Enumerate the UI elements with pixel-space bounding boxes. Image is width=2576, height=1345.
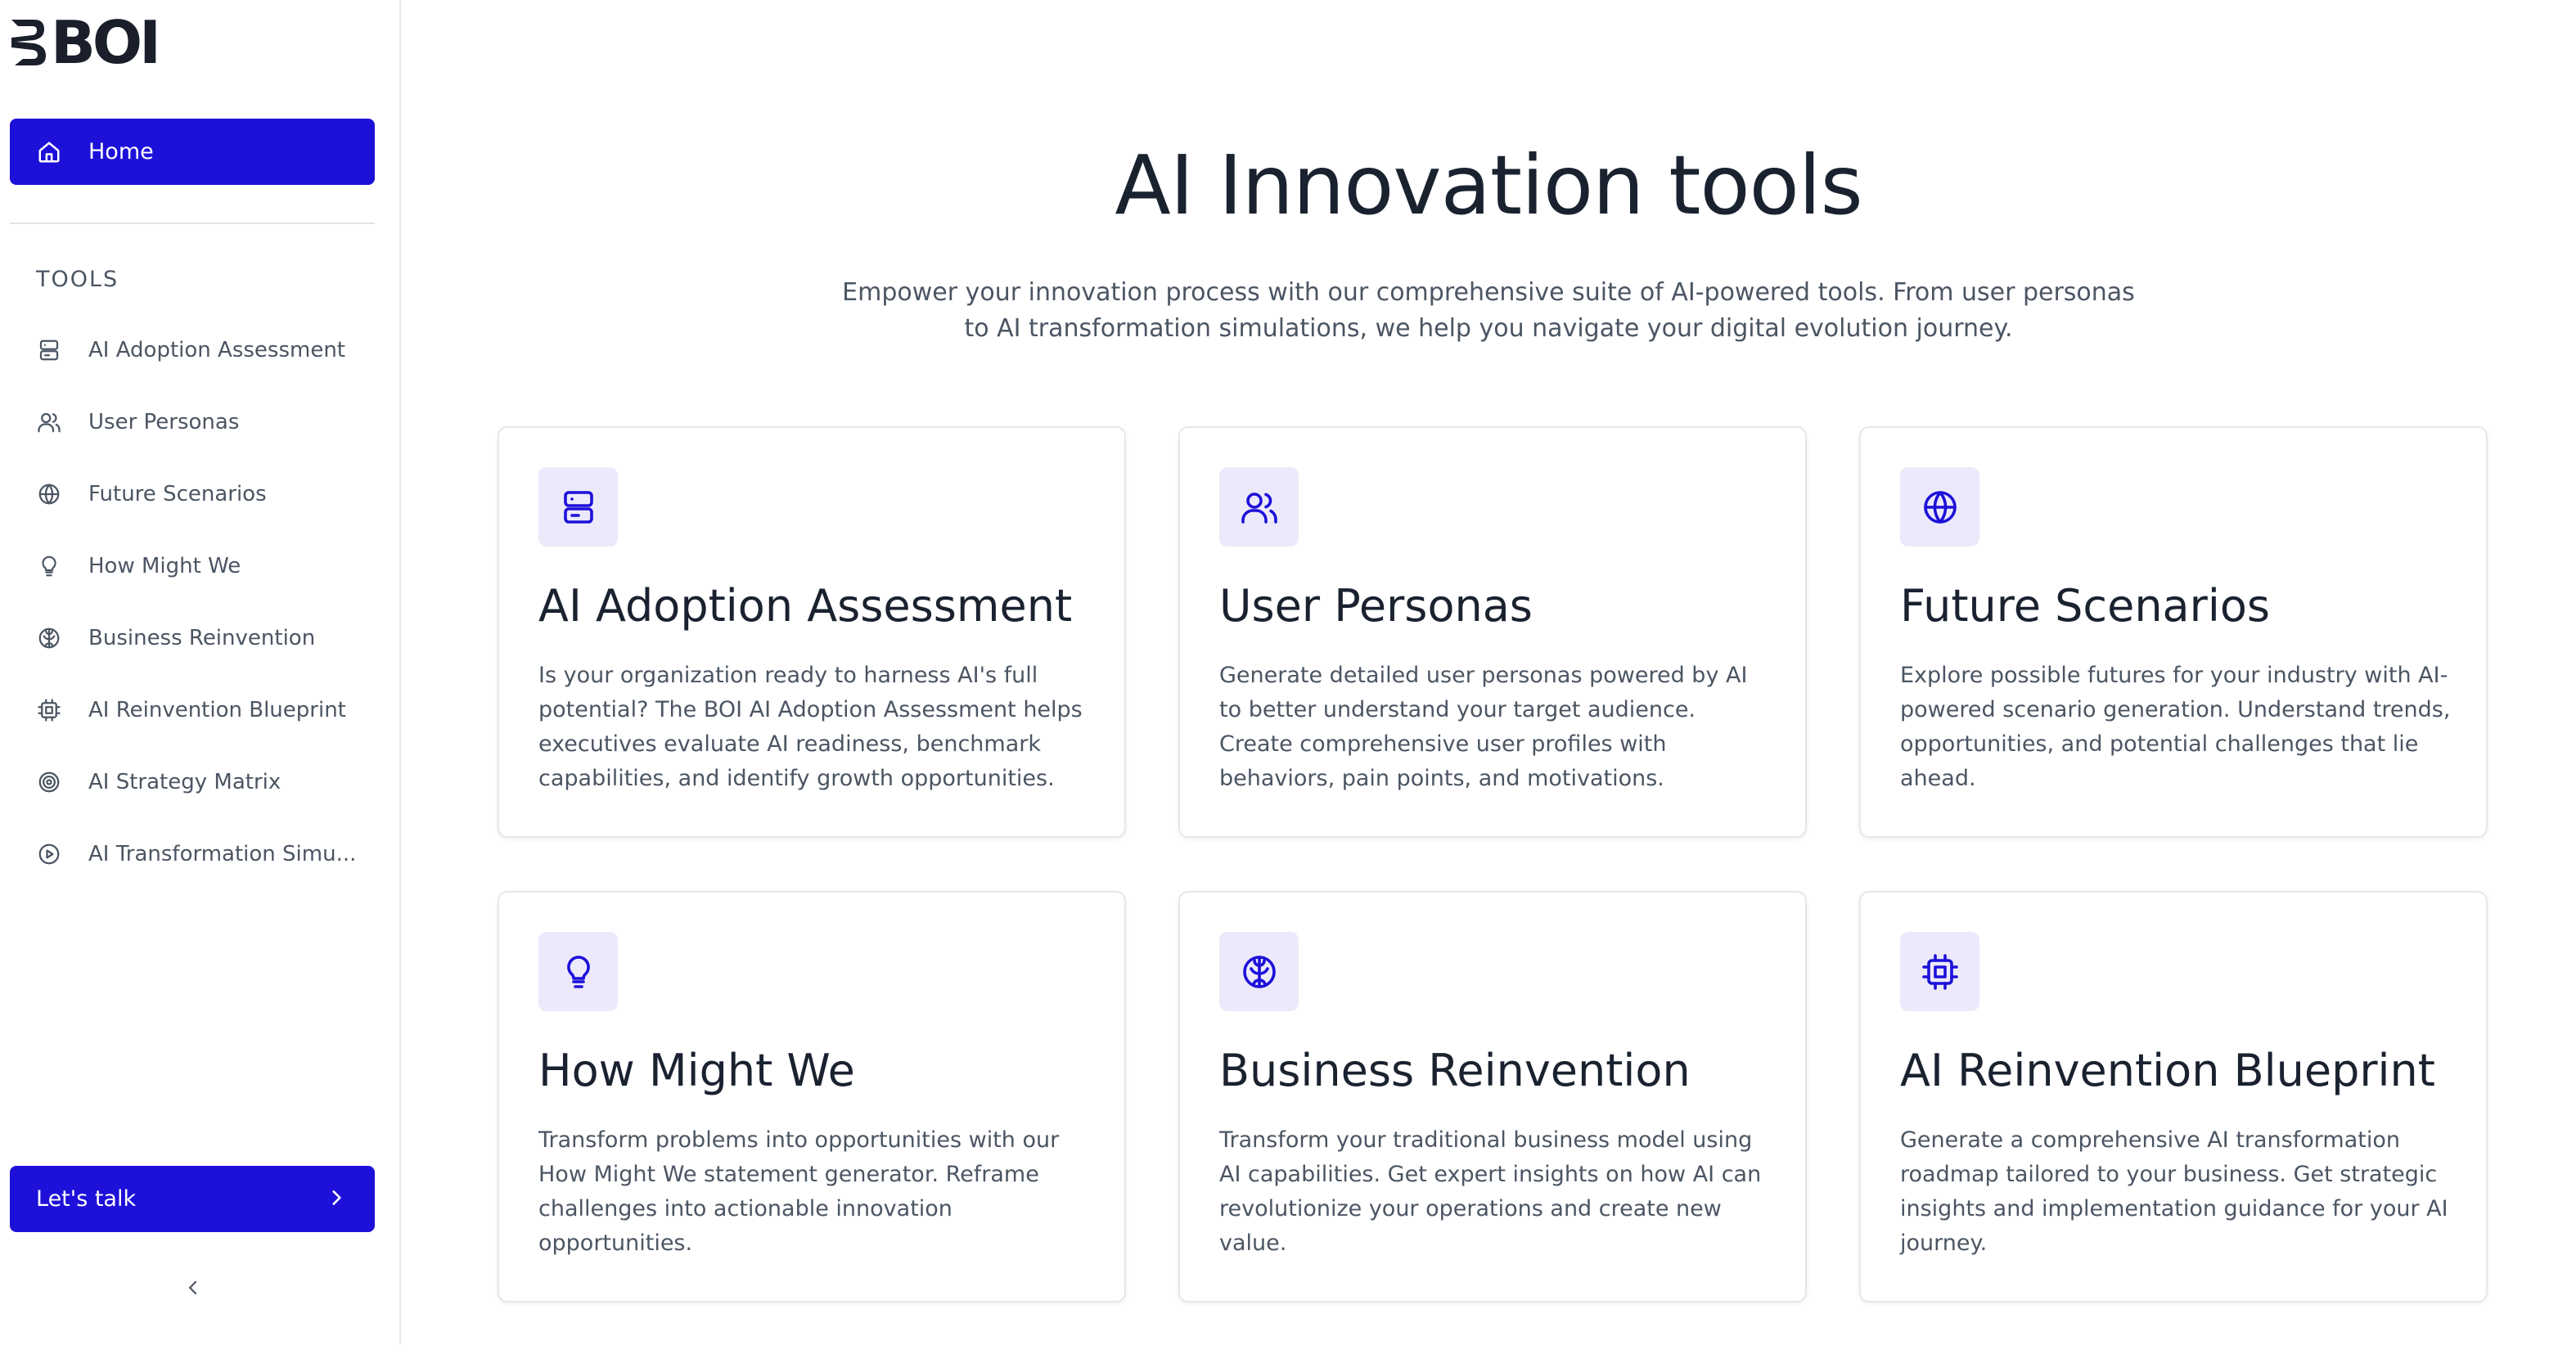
main-content: AI Innovation tools Empower your innovat… [401,0,2576,1345]
sidebar-item-label: How Might We [88,554,241,578]
card-description: Generate a comprehensive AI transformati… [1900,1127,2448,1256]
collapse-sidebar-button[interactable] [177,1273,209,1306]
sidebar-item-ai-strategy-matrix[interactable]: AI Strategy Matrix [10,746,375,818]
tool-card-ai-adoption-assessment[interactable]: AI Adoption Assessment Is your organizat… [498,426,1126,838]
sidebar-item-label: AI Adoption Assessment [88,338,345,362]
users-icon [1219,467,1299,547]
sidebar-item-label: AI Transformation Simu... [88,842,357,866]
boi-logo-mark-icon [11,20,46,65]
lets-talk-button[interactable]: Let's talk [10,1166,375,1232]
sidebar-item-ai-transformation-simulation[interactable]: AI Transformation Simu... [10,818,375,890]
sidebar-item-label: User Personas [88,410,240,434]
card-description: Is your organization ready to harness AI… [538,663,1083,791]
logo-text: BOI [51,8,161,77]
sidebar-item-future-scenarios[interactable]: Future Scenarios [10,458,375,530]
globe-icon [1900,467,1979,547]
card-title: User Personas [1219,580,1533,632]
lightbulb-icon [538,932,618,1011]
sidebar-item-ai-reinvention-blueprint[interactable]: AI Reinvention Blueprint [10,674,375,746]
sidebar-item-how-might-we[interactable]: How Might We [10,530,375,602]
sidebar-item-label: AI Strategy Matrix [88,770,281,794]
card-title: AI Reinvention Blueprint [1900,1045,2435,1096]
lightbulb-icon [36,553,62,579]
tool-card-ai-reinvention-blueprint[interactable]: AI Reinvention Blueprint Generate a comp… [1859,891,2488,1302]
card-title: Future Scenarios [1900,580,2271,632]
cpu-icon [1900,932,1979,1011]
tools-heading: TOOLS [36,267,119,292]
tool-card-business-reinvention[interactable]: Business Reinvention Transform your trad… [1178,891,1807,1302]
server-icon [538,467,618,547]
card-description: Explore possible futures for your indust… [1900,663,2451,791]
sidebar-divider [10,223,375,224]
card-title: How Might We [538,1045,855,1096]
tools-nav: AI Adoption Assessment User Personas Fut… [10,314,375,890]
home-icon [36,139,62,165]
brain-icon [36,625,62,651]
home-button-label: Home [88,139,154,164]
server-icon [36,337,62,363]
tool-card-user-personas[interactable]: User Personas Generate detailed user per… [1178,426,1807,838]
lets-talk-label: Let's talk [36,1186,137,1212]
chevron-left-icon [183,1278,203,1301]
sidebar-item-label: AI Reinvention Blueprint [88,698,346,722]
tool-card-how-might-we[interactable]: How Might We Transform problems into opp… [498,891,1126,1302]
sidebar-item-user-personas[interactable]: User Personas [10,386,375,458]
card-description: Transform problems into opportunities wi… [538,1127,1060,1256]
users-icon [36,409,62,435]
sidebar-item-label: Business Reinvention [88,626,316,650]
sidebar-item-label: Future Scenarios [88,482,267,506]
sidebar: BOI Home TOOLS AI Adoption Assessment Us… [0,0,401,1345]
card-title: Business Reinvention [1219,1045,1691,1096]
cpu-icon [36,697,62,723]
brand-logo[interactable]: BOI [10,8,161,77]
card-description: Transform your traditional business mode… [1219,1127,1762,1256]
sidebar-item-ai-adoption-assessment[interactable]: AI Adoption Assessment [10,314,375,386]
chevron-right-icon [326,1187,347,1212]
page-subtitle: Empower your innovation process with our… [842,278,2135,343]
card-description: Generate detailed user personas powered … [1219,663,1748,791]
play-circle-icon [36,841,62,867]
sidebar-item-business-reinvention[interactable]: Business Reinvention [10,602,375,674]
page-title: AI Innovation tools [1115,137,1862,233]
target-icon [36,769,62,795]
card-title: AI Adoption Assessment [538,580,1073,632]
brain-icon [1219,932,1299,1011]
home-button[interactable]: Home [10,119,375,185]
tool-card-future-scenarios[interactable]: Future Scenarios Explore possible future… [1859,426,2488,838]
globe-icon [36,481,62,507]
